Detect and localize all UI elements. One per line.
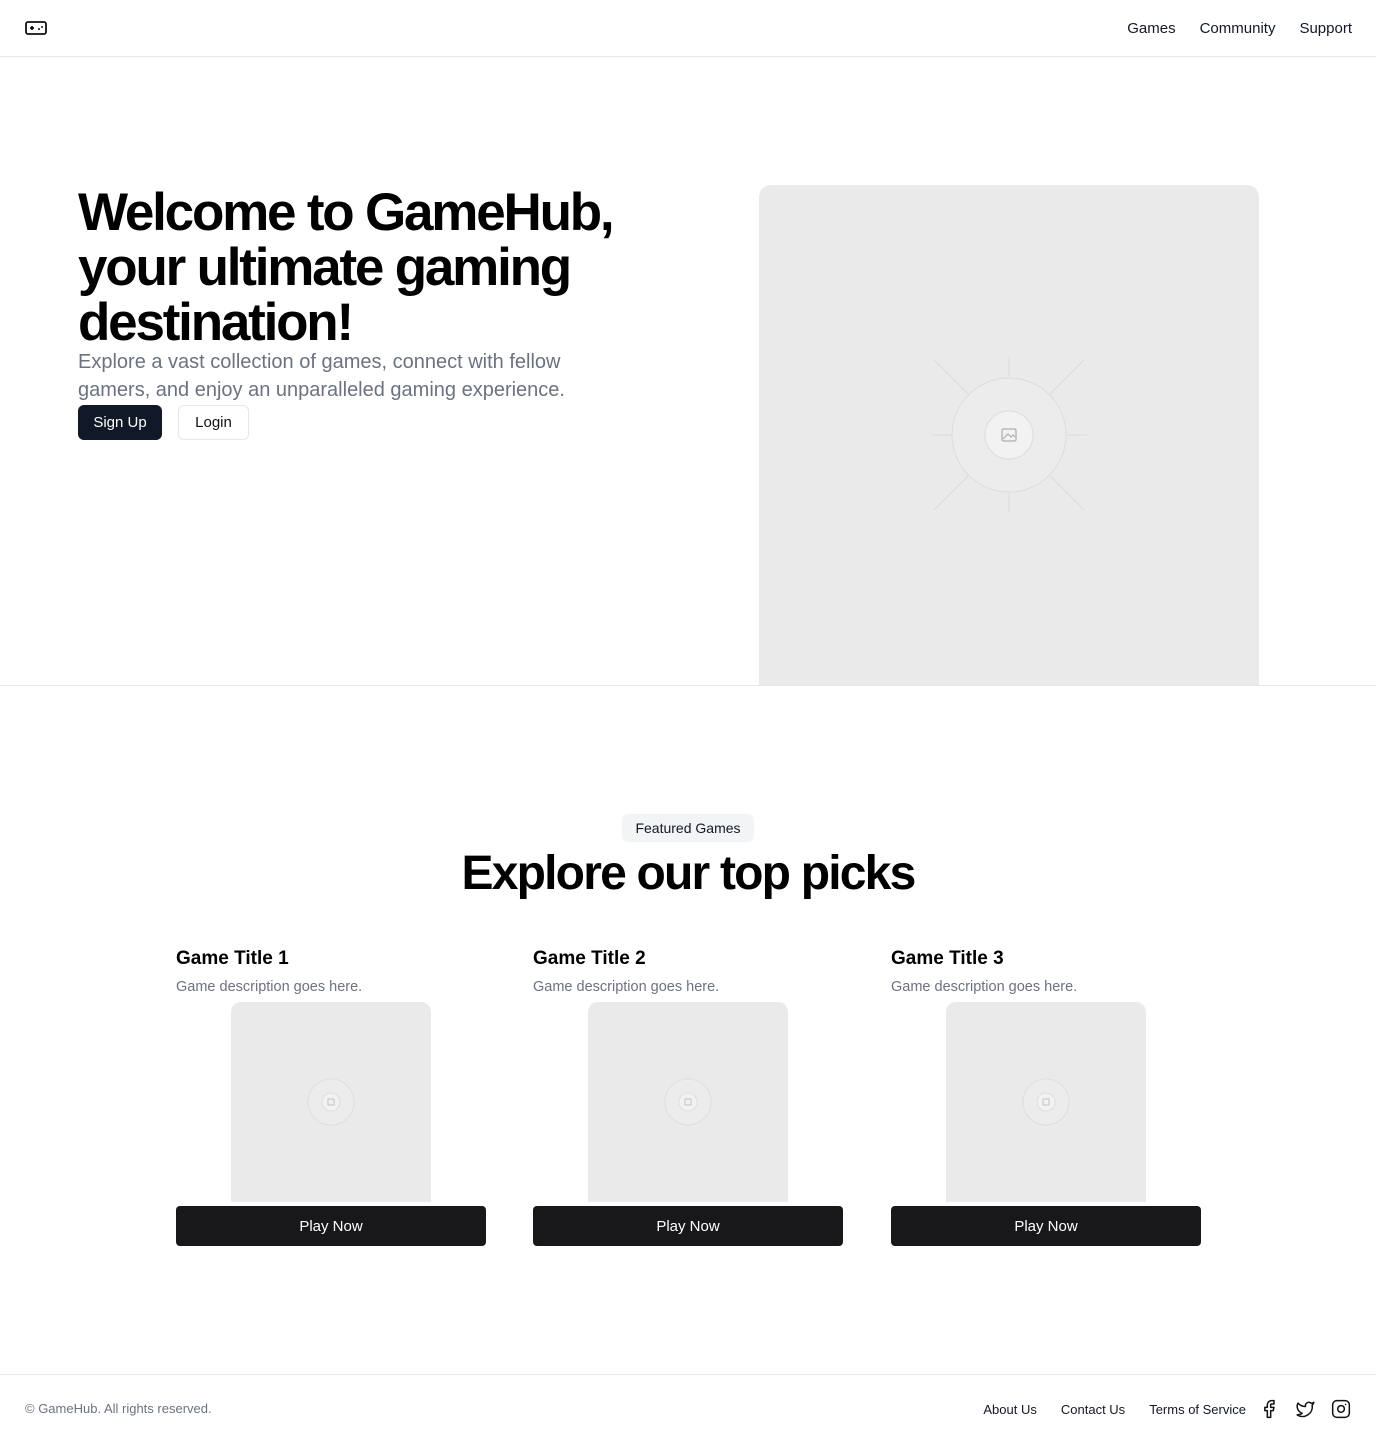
section-title: Explore our top picks xyxy=(461,847,917,900)
image-placeholder-icon xyxy=(306,1077,356,1127)
main-nav: Games Community Support xyxy=(1127,0,1352,56)
site-footer: © GameHub. All rights reserved. About Us… xyxy=(0,1374,1376,1443)
facebook-icon[interactable] xyxy=(1258,1398,1280,1420)
footer-links: About Us Contact Us Terms of Service xyxy=(983,1375,1352,1443)
game-card-description: Game description goes here. xyxy=(533,979,720,995)
game-card-description: Game description goes here. xyxy=(176,979,363,995)
game-card-title: Game Title 2 xyxy=(533,948,646,969)
hero-title: Welcome to GameHub, your ultimate gaming… xyxy=(78,183,615,352)
play-now-button[interactable]: Play Now xyxy=(891,1206,1201,1246)
hero-section: Welcome to GameHub, your ultimate gaming… xyxy=(0,57,1376,686)
sign-up-button[interactable]: Sign Up xyxy=(78,405,162,440)
login-button[interactable]: Login xyxy=(178,405,249,440)
contact-us-link[interactable]: Contact Us xyxy=(1061,1402,1125,1417)
copyright-text: © GameHub. All rights reserved. xyxy=(25,1401,212,1416)
play-now-button[interactable]: Play Now xyxy=(176,1206,486,1246)
game-image-placeholder xyxy=(231,1002,431,1202)
nav-games-link[interactable]: Games xyxy=(1127,20,1175,37)
image-placeholder-icon xyxy=(1021,1077,1071,1127)
game-card: Game Title 2 Game description goes here.… xyxy=(533,948,843,1248)
about-us-link[interactable]: About Us xyxy=(983,1402,1036,1417)
nav-support-link[interactable]: Support xyxy=(1299,20,1352,37)
image-placeholder-icon xyxy=(931,357,1087,513)
gamepad-icon[interactable] xyxy=(25,19,47,37)
game-card-title: Game Title 3 xyxy=(891,948,1004,969)
hero-subtitle: Explore a vast collection of games, conn… xyxy=(78,351,565,401)
instagram-icon[interactable] xyxy=(1330,1398,1352,1420)
twitter-icon[interactable] xyxy=(1294,1398,1316,1420)
game-card: Game Title 3 Game description goes here.… xyxy=(891,948,1201,1248)
image-placeholder-icon xyxy=(663,1077,713,1127)
hero-image-placeholder xyxy=(759,185,1259,685)
game-card-description: Game description goes here. xyxy=(891,979,1078,995)
social-links xyxy=(1258,1398,1352,1420)
game-image-placeholder xyxy=(946,1002,1146,1202)
game-card-title: Game Title 1 xyxy=(176,948,289,969)
featured-badge: Featured Games xyxy=(622,814,754,842)
site-header: Games Community Support xyxy=(0,0,1376,57)
play-now-button[interactable]: Play Now xyxy=(533,1206,843,1246)
nav-community-link[interactable]: Community xyxy=(1200,20,1276,37)
terms-of-service-link[interactable]: Terms of Service xyxy=(1149,1402,1246,1417)
game-card: Game Title 1 Game description goes here.… xyxy=(176,948,486,1248)
game-image-placeholder xyxy=(588,1002,788,1202)
